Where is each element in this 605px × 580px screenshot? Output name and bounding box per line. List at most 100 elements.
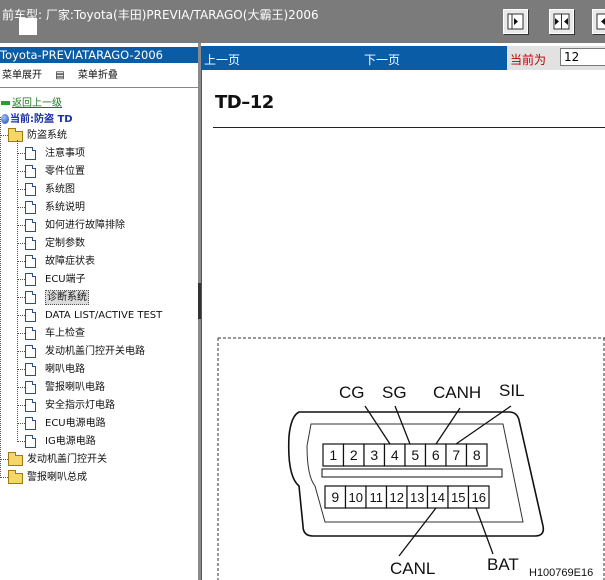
tree-connector: [0, 459, 8, 460]
tree-connector: [17, 333, 25, 334]
tree-item-label: 系统说明: [45, 202, 85, 213]
bottom-pin-row: 9 10 11 12 13 14 15 16: [324, 485, 490, 509]
page-id: TD–12: [215, 92, 274, 113]
document-icon: [25, 165, 36, 178]
tree-item[interactable]: 发动机盖门控开关电路: [0, 344, 198, 359]
figure-code: H100769E16: [529, 567, 593, 579]
tree-item[interactable]: 车上检查: [0, 326, 198, 341]
tree-connector: [0, 117, 1, 478]
tree-folder[interactable]: 警报喇叭总成: [0, 470, 198, 485]
tree-item[interactable]: 系统图: [0, 182, 198, 197]
document-icon: [25, 219, 36, 232]
pin-number: 5: [411, 447, 419, 463]
tree-item[interactable]: 警报喇叭电路: [0, 380, 198, 395]
document-icon: [25, 255, 36, 268]
pin-number: 1: [329, 447, 337, 463]
tree-item-label: ECU端子: [45, 274, 86, 285]
tree-connector: [17, 189, 25, 190]
tree-item[interactable]: 零件位置: [0, 164, 198, 179]
document-icon: [25, 183, 36, 196]
current-page-input[interactable]: [560, 48, 605, 66]
tree-item[interactable]: 安全指示灯电路: [0, 398, 198, 413]
back-link[interactable]: 返回上一级: [0, 96, 198, 111]
tree-item-label: 诊断系统: [45, 290, 89, 305]
pin-number: 11: [370, 490, 384, 505]
tree-item-label: 系统图: [45, 184, 75, 195]
tree-item[interactable]: 定制参数: [0, 236, 198, 251]
tree-connector: [17, 140, 18, 442]
pin-number: 13: [410, 490, 424, 505]
tree-connector: [17, 297, 25, 298]
panel-left-button[interactable]: [592, 9, 605, 34]
tree-item-label: ECU电源电路: [45, 418, 106, 429]
tree-item-label: 警报喇叭电路: [45, 382, 105, 393]
document-icon: [25, 399, 36, 412]
tree-item-label: 喇叭电路: [45, 364, 85, 375]
document-icon: [25, 309, 36, 322]
document-icon: [25, 345, 36, 358]
pin-number: 7: [452, 447, 460, 463]
tree-connector: [17, 279, 25, 280]
tree-folder[interactable]: 发动机盖门控开关: [0, 452, 198, 467]
vehicle-title: 前车型: 厂家:Toyota(丰田)PREVIA/TARAGO(大霸王)2006: [2, 8, 319, 22]
tree-item-label: 注意事项: [45, 148, 85, 159]
pin-number: 16: [472, 490, 486, 505]
folder-icon: [8, 452, 23, 466]
collapse-all-link[interactable]: 菜单折叠: [78, 70, 118, 81]
model-header: Toyota-PREVIATARAGO-2006: [0, 47, 198, 63]
globe-icon: [1, 114, 9, 124]
tree-connector: [17, 441, 25, 442]
label-sil: SIL: [499, 381, 525, 400]
separator: [0, 87, 198, 88]
document-view: TD–12 12345678 9 10 11 12 13 14 15 16 CG SG CAN…: [201, 70, 605, 580]
tree-item-label: 发动机盖门控开关: [27, 454, 107, 465]
tree-connector: [0, 477, 8, 478]
page-nav-bar: 上一页 下一页 当前为: [201, 46, 605, 70]
document-icon: [25, 147, 36, 160]
pin-number: 15: [451, 490, 465, 505]
next-page-link[interactable]: 下一页: [364, 51, 400, 68]
tree-item-label: 安全指示灯电路: [45, 400, 115, 411]
collapse-icon: ▤: [55, 70, 65, 81]
pin-number: 9: [331, 489, 339, 505]
tree-item[interactable]: 如何进行故障排除: [0, 218, 198, 233]
label-cg: CG: [339, 383, 365, 402]
tree-connector: [17, 387, 25, 388]
prev-page-link[interactable]: 上一页: [204, 51, 240, 68]
pin-number: 2: [350, 447, 358, 463]
tree-connector: [17, 423, 25, 424]
expand-all-link[interactable]: 菜单展开: [2, 70, 42, 81]
tree-item-label: 车上检查: [45, 328, 85, 339]
pin-number: 10: [349, 490, 363, 505]
dlc3-connector-diagram: 12345678 9 10 11 12 13 14 15 16 CG SG CANH SIL …: [217, 337, 605, 580]
tree-item[interactable]: 诊断系统: [0, 290, 198, 305]
label-bat: BAT: [487, 555, 519, 574]
tree-item[interactable]: ECU端子: [0, 272, 198, 287]
back-link-label: 返回上一级: [12, 98, 62, 109]
tree-item[interactable]: ECU电源电路: [0, 416, 198, 431]
panel-split-button[interactable]: [549, 9, 574, 34]
window-icon: [19, 18, 37, 35]
tree-connector: [17, 315, 25, 316]
pin-number: 4: [391, 447, 399, 463]
current-location: 当前:防盗 TD: [0, 112, 198, 127]
tree-item[interactable]: DATA LIST/ACTIVE TEST: [0, 308, 198, 323]
tree-connector: [17, 261, 25, 262]
center-key: [321, 468, 503, 478]
tree-item[interactable]: 系统说明: [0, 200, 198, 215]
tree-item[interactable]: 注意事项: [0, 146, 198, 161]
current-location-label: 当前:防盗 TD: [10, 114, 73, 125]
pin-number: 14: [431, 490, 445, 505]
panel-right-button[interactable]: [503, 9, 528, 34]
pin-number: 6: [432, 447, 440, 463]
tree-item[interactable]: 喇叭电路: [0, 362, 198, 377]
document-icon: [25, 201, 36, 214]
tree-item[interactable]: IG电源电路: [0, 434, 198, 449]
navigation-panel: Toyota-PREVIATARAGO-2006 菜单展开 ▤ 菜单折叠 返回上…: [0, 43, 198, 580]
tree-connector: [17, 207, 25, 208]
tree-item[interactable]: 故障症状表: [0, 254, 198, 269]
tree-connector: [17, 351, 25, 352]
tree-folder[interactable]: 防盗系统: [0, 128, 198, 143]
document-icon: [25, 417, 36, 430]
pin-number: 8: [473, 447, 481, 463]
